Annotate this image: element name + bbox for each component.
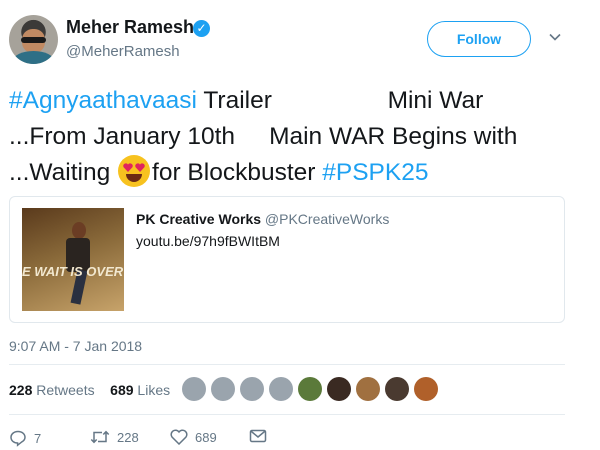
liker-avatar[interactable] <box>240 377 264 401</box>
card-thumbnail-image[interactable]: E WAIT IS OVER <box>22 208 124 311</box>
engagement-stats: 228 Retweets 689 Likes <box>9 382 170 398</box>
likes-stat[interactable]: 689 Likes <box>110 382 170 398</box>
tweet-timestamp[interactable]: 9:07 AM - 7 Jan 2018 <box>9 338 142 354</box>
tweet-line-2: ...From January 10th Main WAR Begins wit… <box>9 123 518 150</box>
thumbnail-caption: E WAIT IS OVER <box>22 264 124 279</box>
card-url[interactable]: youtu.be/97h9fBWItBM <box>136 233 280 249</box>
liker-avatar[interactable] <box>327 377 351 401</box>
hashtag-link[interactable]: #PSPK25 <box>322 159 428 186</box>
retweets-stat[interactable]: 228 Retweets <box>9 382 95 398</box>
reply-icon <box>10 430 26 447</box>
card-author-handle: @PKCreativeWorks <box>264 211 390 227</box>
reply-count: 7 <box>34 430 42 446</box>
liker-avatar[interactable] <box>356 377 380 401</box>
liker-avatar[interactable] <box>211 377 235 401</box>
divider <box>9 364 565 365</box>
heart-eyes-emoji-icon <box>118 155 151 187</box>
like-button[interactable]: 689 <box>170 429 217 445</box>
author-avatar[interactable] <box>9 15 58 64</box>
retweet-icon <box>90 430 110 444</box>
tweet-line-text: ...Waiting <box>9 159 118 186</box>
liker-avatar[interactable] <box>414 377 438 401</box>
link-preview-card[interactable]: E WAIT IS OVER PK Creative Works @PKCrea… <box>9 196 565 323</box>
card-author-name: PK Creative Works <box>136 211 262 227</box>
tweet-text: #Agnyaathavaasi Trailer Mini War ...From… <box>9 83 589 191</box>
envelope-icon <box>249 429 267 443</box>
retweet-count: 228 <box>117 429 139 445</box>
liker-avatar[interactable] <box>269 377 293 401</box>
hashtag-link[interactable]: #Agnyaathavaasi <box>9 87 197 114</box>
liker-avatar[interactable] <box>298 377 322 401</box>
like-count: 689 <box>195 429 217 445</box>
author-handle[interactable]: @MeherRamesh <box>66 43 180 60</box>
divider <box>9 414 565 415</box>
verified-badge-icon: ✓ <box>193 20 210 37</box>
retweet-button[interactable]: 228 <box>90 429 139 445</box>
reply-button[interactable]: 7 <box>9 429 41 447</box>
direct-message-button[interactable] <box>249 429 267 443</box>
tweet-line-1: #Agnyaathavaasi Trailer Mini War <box>9 83 589 119</box>
tweet-line-text: Trailer Mini War <box>196 87 484 114</box>
follow-button[interactable]: Follow <box>427 21 531 57</box>
liker-avatar[interactable] <box>182 377 206 401</box>
author-name[interactable]: Meher Ramesh <box>66 17 194 38</box>
chevron-down-icon[interactable] <box>548 30 562 44</box>
heart-icon <box>170 429 188 445</box>
tweet-line-text: for Blockbuster <box>152 159 323 186</box>
liker-avatar[interactable] <box>385 377 409 401</box>
tweet-line-3: ...Waiting for Blockbuster #PSPK25 <box>9 155 589 191</box>
card-title: PK Creative Works @PKCreativeWorks <box>136 211 389 227</box>
